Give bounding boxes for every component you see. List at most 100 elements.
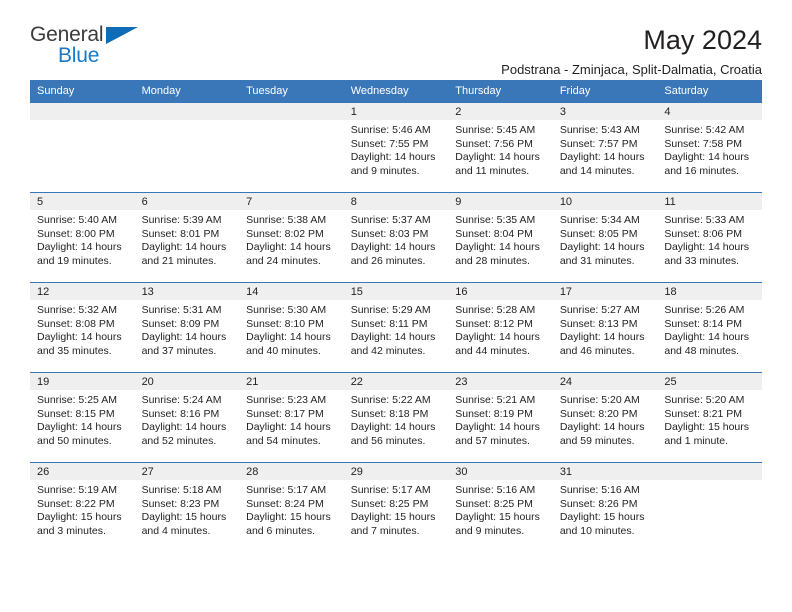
calendar-day-cell[interactable]: 4 Sunrise: 5:42 AM Sunset: 7:58 PM Daylight…: [657, 102, 762, 193]
sunrise-time: Sunrise: 5:21 AM: [455, 394, 536, 406]
sunrise-time: Sunrise: 5:34 AM: [559, 214, 640, 226]
calendar-day-cell[interactable]: 5 Sunrise: 5:40 AM Sunset: 8:00 PM Daylight…: [30, 192, 135, 283]
sunset-time: Sunset: 8:22 PM: [37, 497, 115, 510]
day-sun-info: Sunrise: 5:17 AM Sunset: 8:25 PM Daylight:…: [344, 480, 449, 538]
day-cell-inner: [134, 103, 240, 192]
day-number: 6: [134, 193, 240, 210]
sunset-time: Sunset: 8:02 PM: [246, 227, 324, 240]
calendar-day-cell[interactable]: 9 Sunrise: 5:35 AM Sunset: 8:04 PM Daylight…: [448, 192, 553, 283]
calendar-day-cell[interactable]: 23 Sunrise: 5:21 AM Sunset: 8:19 PM Dayligh…: [448, 372, 553, 463]
daylight-duration-line1: Daylight: 14 hours: [246, 331, 331, 343]
day-cell-inner: 7 Sunrise: 5:38 AM Sunset: 8:02 PM Daylight…: [239, 193, 344, 282]
calendar-day-cell[interactable]: 28 Sunrise: 5:17 AM Sunset: 8:24 PM Dayligh…: [239, 462, 344, 553]
calendar-day-cell[interactable]: 8 Sunrise: 5:37 AM Sunset: 8:03 PM Daylight…: [343, 192, 449, 283]
daylight-duration-line1: Daylight: 14 hours: [664, 151, 750, 163]
calendar-day-cell[interactable]: 14 Sunrise: 5:30 AM Sunset: 8:10 PM Dayligh…: [239, 282, 344, 373]
calendar-week-row: 5 Sunrise: 5:40 AM Sunset: 8:00 PM Daylight…: [30, 192, 762, 283]
calendar-day-cell[interactable]: 3 Sunrise: 5:43 AM Sunset: 7:57 PM Daylight…: [552, 102, 658, 193]
daylight-duration-line1: Daylight: 14 hours: [37, 241, 122, 253]
day-cell-inner: 12 Sunrise: 5:32 AM Sunset: 8:08 PM Dayligh…: [30, 283, 135, 372]
daylight-duration-line2: and 9 minutes.: [455, 524, 525, 537]
day-cell-inner: 17 Sunrise: 5:27 AM Sunset: 8:13 PM Dayligh…: [552, 283, 658, 372]
daylight-duration-line2: and 33 minutes.: [664, 254, 740, 267]
sunrise-time: Sunrise: 5:17 AM: [350, 484, 431, 496]
calendar-day-cell[interactable]: 18 Sunrise: 5:26 AM Sunset: 8:14 PM Dayligh…: [657, 282, 762, 373]
calendar-day-cell[interactable]: 25 Sunrise: 5:20 AM Sunset: 8:21 PM Dayligh…: [657, 372, 762, 463]
calendar-day-cell[interactable]: 12 Sunrise: 5:32 AM Sunset: 8:08 PM Dayligh…: [30, 282, 135, 373]
day-cell-inner: 29 Sunrise: 5:17 AM Sunset: 8:25 PM Dayligh…: [343, 463, 449, 552]
sunset-time: Sunset: 7:55 PM: [350, 137, 429, 150]
general-blue-logo[interactable]: General Blue: [30, 24, 145, 70]
daylight-duration-line2: and 9 minutes.: [350, 164, 420, 177]
sunrise-time: Sunrise: 5:20 AM: [664, 394, 745, 406]
daylight-duration-line2: and 10 minutes.: [559, 524, 635, 537]
day-cell-inner: 5 Sunrise: 5:40 AM Sunset: 8:00 PM Daylight…: [30, 193, 135, 282]
day-number: 7: [239, 193, 344, 210]
day-sun-info: Sunrise: 5:16 AM Sunset: 8:26 PM Daylight:…: [553, 480, 658, 538]
calendar-day-cell[interactable]: 21 Sunrise: 5:23 AM Sunset: 8:17 PM Dayligh…: [239, 372, 344, 463]
sunset-time: Sunset: 8:26 PM: [559, 497, 638, 510]
day-sun-info: Sunrise: 5:43 AM Sunset: 7:57 PM Daylight:…: [553, 120, 658, 178]
calendar-day-cell[interactable]: 26 Sunrise: 5:19 AM Sunset: 8:22 PM Dayligh…: [30, 462, 135, 553]
logo-text-general: General: [30, 23, 104, 46]
daylight-duration-line1: Daylight: 15 hours: [141, 511, 227, 523]
day-cell-inner: 9 Sunrise: 5:35 AM Sunset: 8:04 PM Daylight…: [448, 193, 553, 282]
day-cell-inner: 11 Sunrise: 5:33 AM Sunset: 8:06 PM Dayligh…: [657, 193, 762, 282]
day-sun-info: Sunrise: 5:17 AM Sunset: 8:24 PM Daylight:…: [239, 480, 344, 538]
sunrise-time: Sunrise: 5:45 AM: [455, 124, 536, 136]
calendar-day-cell[interactable]: 19 Sunrise: 5:25 AM Sunset: 8:15 PM Dayligh…: [30, 372, 135, 463]
calendar-day-cell[interactable]: 27 Sunrise: 5:18 AM Sunset: 8:23 PM Dayligh…: [134, 462, 240, 553]
weekday-header-thursday: Thursday: [448, 80, 553, 103]
calendar-day-cell[interactable]: 29 Sunrise: 5:17 AM Sunset: 8:25 PM Dayligh…: [343, 462, 449, 553]
sunset-time: Sunset: 8:03 PM: [350, 227, 429, 240]
daylight-duration-line2: and 35 minutes.: [37, 344, 112, 357]
day-sun-info: Sunrise: 5:38 AM Sunset: 8:02 PM Daylight:…: [239, 210, 344, 268]
sunrise-time: Sunrise: 5:43 AM: [559, 124, 640, 136]
calendar-day-cell[interactable]: 22 Sunrise: 5:22 AM Sunset: 8:18 PM Dayligh…: [343, 372, 449, 463]
calendar-day-cell[interactable]: 10 Sunrise: 5:34 AM Sunset: 8:05 PM Dayligh…: [552, 192, 658, 283]
calendar-day-cell[interactable]: 2 Sunrise: 5:45 AM Sunset: 7:56 PM Daylight…: [448, 102, 553, 193]
sunset-time: Sunset: 8:25 PM: [350, 497, 429, 510]
day-cell-inner: 22 Sunrise: 5:22 AM Sunset: 8:18 PM Dayligh…: [343, 373, 449, 462]
daylight-duration-line1: Daylight: 14 hours: [37, 421, 122, 433]
day-cell-inner: 27 Sunrise: 5:18 AM Sunset: 8:23 PM Dayligh…: [134, 463, 240, 552]
day-cell-inner: 1 Sunrise: 5:46 AM Sunset: 7:55 PM Daylight…: [343, 103, 449, 192]
calendar-day-cell[interactable]: 13 Sunrise: 5:31 AM Sunset: 8:09 PM Dayligh…: [134, 282, 240, 373]
day-number: 12: [30, 283, 135, 300]
daylight-duration-line1: Daylight: 14 hours: [37, 331, 122, 343]
day-cell-inner: [239, 103, 344, 192]
sunrise-time: Sunrise: 5:26 AM: [664, 304, 745, 316]
day-number: 27: [134, 463, 240, 480]
calendar-header: Sunday Monday Tuesday Wednesday Thursday…: [30, 80, 762, 103]
sunset-time: Sunset: 8:25 PM: [455, 497, 533, 510]
daylight-duration-line1: Daylight: 14 hours: [559, 151, 645, 163]
calendar-day-cell[interactable]: 11 Sunrise: 5:33 AM Sunset: 8:06 PM Dayligh…: [657, 192, 762, 283]
calendar-day-cell[interactable]: 24 Sunrise: 5:20 AM Sunset: 8:20 PM Dayligh…: [552, 372, 658, 463]
day-sun-info: Sunrise: 5:24 AM Sunset: 8:16 PM Daylight:…: [135, 390, 240, 448]
page-title: May 2024: [643, 25, 762, 55]
daylight-duration-line1: Daylight: 14 hours: [141, 421, 227, 433]
daylight-duration-line1: Daylight: 14 hours: [455, 241, 540, 253]
day-sun-info: Sunrise: 5:30 AM Sunset: 8:10 PM Daylight:…: [239, 300, 344, 358]
sunrise-time: Sunrise: 5:28 AM: [455, 304, 536, 316]
day-number: 30: [448, 463, 553, 480]
calendar-day-cell[interactable]: 17 Sunrise: 5:27 AM Sunset: 8:13 PM Dayligh…: [552, 282, 658, 373]
calendar-day-cell[interactable]: 6 Sunrise: 5:39 AM Sunset: 8:01 PM Daylight…: [134, 192, 240, 283]
calendar-day-cell[interactable]: 15 Sunrise: 5:29 AM Sunset: 8:11 PM Dayligh…: [343, 282, 449, 373]
day-cell-inner: 4 Sunrise: 5:42 AM Sunset: 7:58 PM Daylight…: [657, 103, 762, 192]
daylight-duration-line2: and 14 minutes.: [559, 164, 635, 177]
day-number: [239, 103, 344, 120]
sunset-time: Sunset: 8:17 PM: [246, 407, 324, 420]
calendar-day-cell[interactable]: 16 Sunrise: 5:28 AM Sunset: 8:12 PM Dayligh…: [448, 282, 553, 373]
calendar-day-cell[interactable]: 31 Sunrise: 5:16 AM Sunset: 8:26 PM Dayligh…: [552, 462, 658, 553]
daylight-duration-line1: Daylight: 14 hours: [455, 331, 540, 343]
daylight-duration-line2: and 3 minutes.: [37, 524, 106, 537]
calendar-day-cell[interactable]: 20 Sunrise: 5:24 AM Sunset: 8:16 PM Dayligh…: [134, 372, 240, 463]
calendar-day-cell[interactable]: 7 Sunrise: 5:38 AM Sunset: 8:02 PM Daylight…: [239, 192, 344, 283]
logo-triangle-icon: [106, 27, 138, 44]
calendar-day-cell[interactable]: 1 Sunrise: 5:46 AM Sunset: 7:55 PM Daylight…: [343, 102, 449, 193]
sunset-time: Sunset: 8:15 PM: [37, 407, 115, 420]
day-cell-inner: [657, 463, 762, 552]
calendar-day-cell[interactable]: 30 Sunrise: 5:16 AM Sunset: 8:25 PM Dayligh…: [448, 462, 553, 553]
sunrise-time: Sunrise: 5:24 AM: [141, 394, 222, 406]
